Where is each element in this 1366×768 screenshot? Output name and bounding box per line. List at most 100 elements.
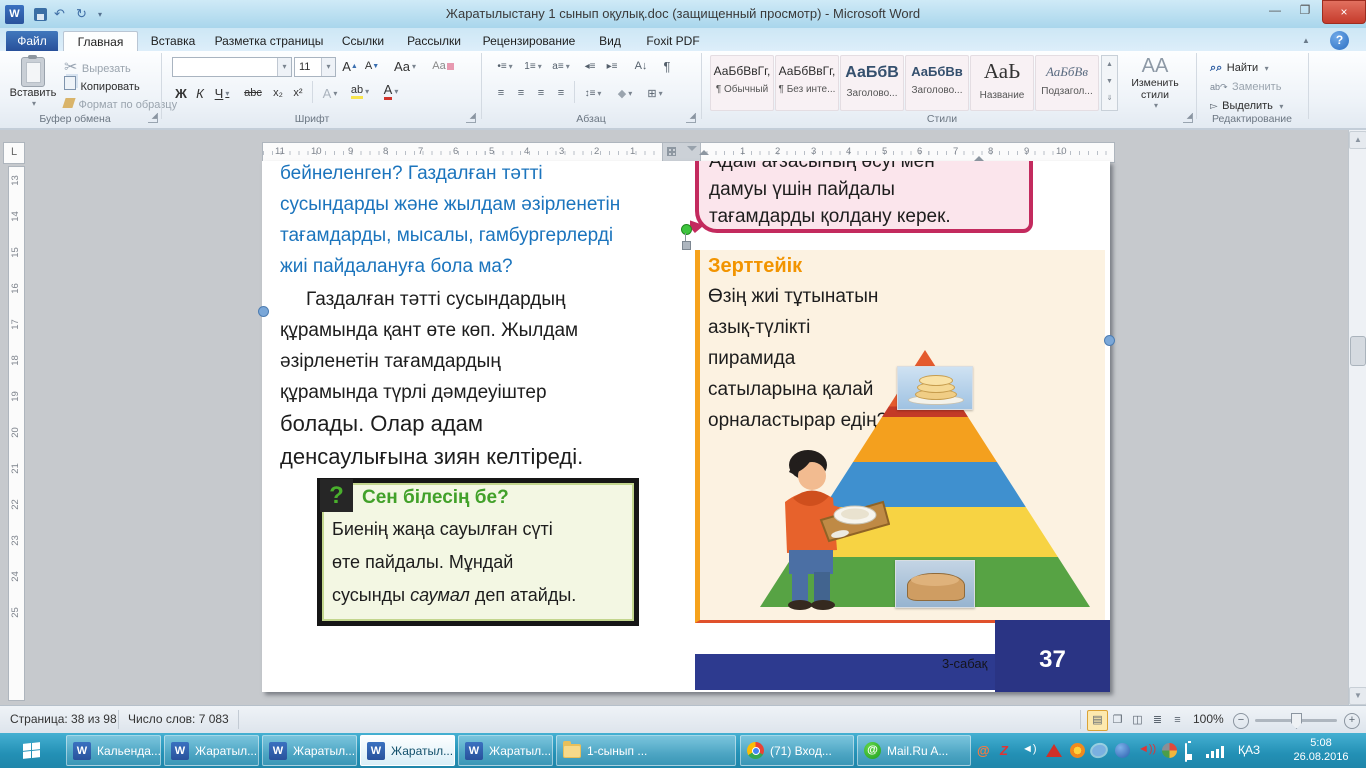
reading-view-button[interactable]: ❐ [1107, 710, 1128, 731]
style-heading1[interactable]: АаБбВЗаголово... [840, 55, 904, 111]
borders-button[interactable]: ⊞▾ [642, 83, 668, 103]
taskbar-app-word3[interactable]: WЖаратыл... [262, 735, 357, 766]
first-line-indent-icon[interactable] [699, 145, 709, 155]
align-right-button[interactable]: ≡ [532, 83, 550, 103]
paragraph-dialog-launcher[interactable]: ◢ [686, 113, 696, 123]
shading-button[interactable]: ◆▾ [612, 83, 638, 103]
tray-battery-icon[interactable] [1185, 743, 1187, 762]
draft-view-button[interactable]: ≡ [1167, 710, 1188, 731]
tray-network-icon[interactable] [1206, 746, 1224, 758]
tab-home[interactable]: Главная [63, 31, 138, 52]
scrollbar-thumb[interactable] [1350, 336, 1366, 366]
font-dialog-launcher[interactable]: ◢ [466, 113, 476, 123]
tab-insert[interactable]: Вставка [141, 31, 205, 51]
styles-dialog-launcher[interactable]: ◢ [1183, 113, 1193, 123]
text-effects-button[interactable]: А▾ [318, 83, 342, 103]
taskbar-app-mailru[interactable]: @ Mail.Ru A... [857, 735, 971, 766]
style-normal[interactable]: АаБбВвГг,¶ Обычный [710, 55, 774, 111]
justify-button[interactable]: ≡ [552, 83, 570, 103]
taskbar-app-word4-active[interactable]: WЖаратыл... [360, 735, 455, 766]
replace-button[interactable]: ab↷ Заменить [1210, 77, 1281, 95]
document-page[interactable]: бейнеленген? Газдалған тәтті сусындарды … [262, 161, 1110, 692]
find-button[interactable]: ⌕⌕ Найти ▾ [1210, 58, 1269, 76]
tab-file[interactable]: Файл [6, 31, 58, 51]
clipboard-dialog-launcher[interactable]: ◢ [148, 113, 158, 123]
hanging-indent-icon[interactable] [974, 151, 984, 161]
taskbar-app-chrome[interactable]: (71) Вход... [740, 735, 854, 766]
tray-saturn-icon[interactable] [1091, 743, 1108, 758]
vertical-ruler[interactable]: 13 14 15 16 17 18 19 20 21 22 23 24 25 [8, 166, 25, 701]
cut-button[interactable]: ✂ Вырезать [64, 57, 131, 77]
zoom-out-button[interactable]: − [1233, 713, 1249, 729]
change-case-button[interactable]: Аа▾ [392, 56, 418, 76]
bullets-button[interactable]: •≡▾ [492, 56, 518, 76]
grow-font-button[interactable]: А▲ [340, 56, 360, 76]
font-size-combo[interactable]: 11▾ [294, 57, 336, 77]
highlight-button[interactable]: ab▾ [346, 81, 374, 101]
italic-button[interactable]: К [192, 83, 208, 103]
tab-page-layout[interactable]: Разметка страницы [209, 31, 329, 51]
font-name-combo[interactable]: ▾ [172, 57, 292, 77]
word-count-status[interactable]: Число слов: 7 083 [128, 712, 229, 726]
multilevel-list-button[interactable]: a≡▾ [548, 56, 574, 76]
tray-ccleaner-icon[interactable] [1162, 743, 1177, 758]
scroll-up-button[interactable]: ▲ [1349, 131, 1366, 149]
paste-button[interactable]: Вставить ▾ [8, 55, 58, 113]
tab-foxit-pdf[interactable]: Foxit PDF [636, 31, 710, 51]
zoom-level[interactable]: 100% [1193, 712, 1224, 726]
clear-formatting-button[interactable]: Аа [430, 56, 456, 76]
line-spacing-button[interactable]: ↕≡▾ [580, 83, 606, 103]
copy-button[interactable]: Копировать [64, 76, 140, 95]
help-icon[interactable]: ? [1330, 31, 1349, 50]
tray-zona-icon[interactable]: Z [1000, 743, 1008, 758]
tray-mailru-icon[interactable]: @ [977, 743, 990, 758]
vertical-scrollbar[interactable] [1348, 130, 1366, 705]
styles-gallery-scroll[interactable]: ▲▼⇓ [1101, 55, 1118, 111]
taskbar-app-folder[interactable]: 1-сынып ... [556, 735, 736, 766]
tab-references[interactable]: Ссылки [332, 31, 394, 51]
superscript-button[interactable]: x² [288, 83, 308, 103]
subscript-button[interactable]: x₂ [268, 83, 288, 103]
style-subtitle[interactable]: АаБбВвПодзагол... [1035, 55, 1099, 111]
taskbar-app-word1[interactable]: WКальенда... [66, 735, 161, 766]
object-rotate-handle[interactable] [681, 224, 692, 235]
taskbar-app-word2[interactable]: WЖаратыл... [164, 735, 259, 766]
outline-view-button[interactable]: ≣ [1147, 710, 1168, 731]
restore-button[interactable]: ❐ [1292, 0, 1318, 20]
tab-review[interactable]: Рецензирование [473, 31, 585, 51]
select-button[interactable]: ▻ Выделить ▾ [1210, 96, 1283, 114]
tray-warning-icon[interactable] [1046, 744, 1062, 757]
clock[interactable]: 5:08 26.08.2016 [1280, 736, 1362, 764]
minimize-button[interactable]: — [1262, 0, 1288, 20]
zoom-in-button[interactable]: + [1344, 713, 1360, 729]
tray-volume-icon[interactable]: ◄) [1022, 743, 1037, 755]
strikethrough-button[interactable]: abc [240, 83, 266, 103]
scroll-down-button[interactable]: ▼ [1349, 687, 1366, 705]
tray-assistant-icon[interactable] [1115, 743, 1130, 758]
increase-indent-button[interactable]: ▸≡ [602, 56, 622, 76]
zoom-slider-thumb[interactable] [1291, 713, 1302, 729]
tab-mailings[interactable]: Рассылки [397, 31, 471, 51]
decrease-indent-button[interactable]: ◂≡ [580, 56, 600, 76]
language-indicator[interactable]: ҚАЗ [1238, 743, 1260, 757]
numbering-button[interactable]: 1≡▾ [520, 56, 546, 76]
object-side-handle[interactable] [1104, 335, 1115, 346]
tab-selector[interactable]: L [3, 142, 25, 164]
style-no-spacing[interactable]: АаБбВвГг,¶ Без инте... [775, 55, 839, 111]
taskbar-app-word5[interactable]: WЖаратыл... [458, 735, 553, 766]
web-layout-view-button[interactable]: ◫ [1127, 710, 1148, 731]
collapse-ribbon-icon[interactable]: ▲ [1302, 36, 1310, 45]
style-heading2[interactable]: АаБбВвЗаголово... [905, 55, 969, 111]
tray-updater-icon[interactable] [1070, 743, 1085, 758]
style-title[interactable]: АаЬНазвание [970, 55, 1034, 111]
horizontal-ruler[interactable]: 11 10 9 8 7 6 5 4 3 2 1 1 2 3 4 5 6 7 8 [262, 142, 1115, 163]
close-button[interactable]: × [1322, 0, 1366, 24]
show-marks-button[interactable]: ¶ [658, 56, 676, 76]
align-center-button[interactable]: ≡ [512, 83, 530, 103]
bold-button[interactable]: Ж [172, 83, 190, 103]
change-styles-button[interactable]: АА Изменить стили ▾ [1122, 55, 1188, 113]
object-side-handle[interactable] [258, 306, 269, 317]
font-color-button[interactable]: А▾ [378, 81, 404, 101]
sort-button[interactable]: А↓ [630, 56, 652, 76]
start-button[interactable] [0, 733, 62, 768]
